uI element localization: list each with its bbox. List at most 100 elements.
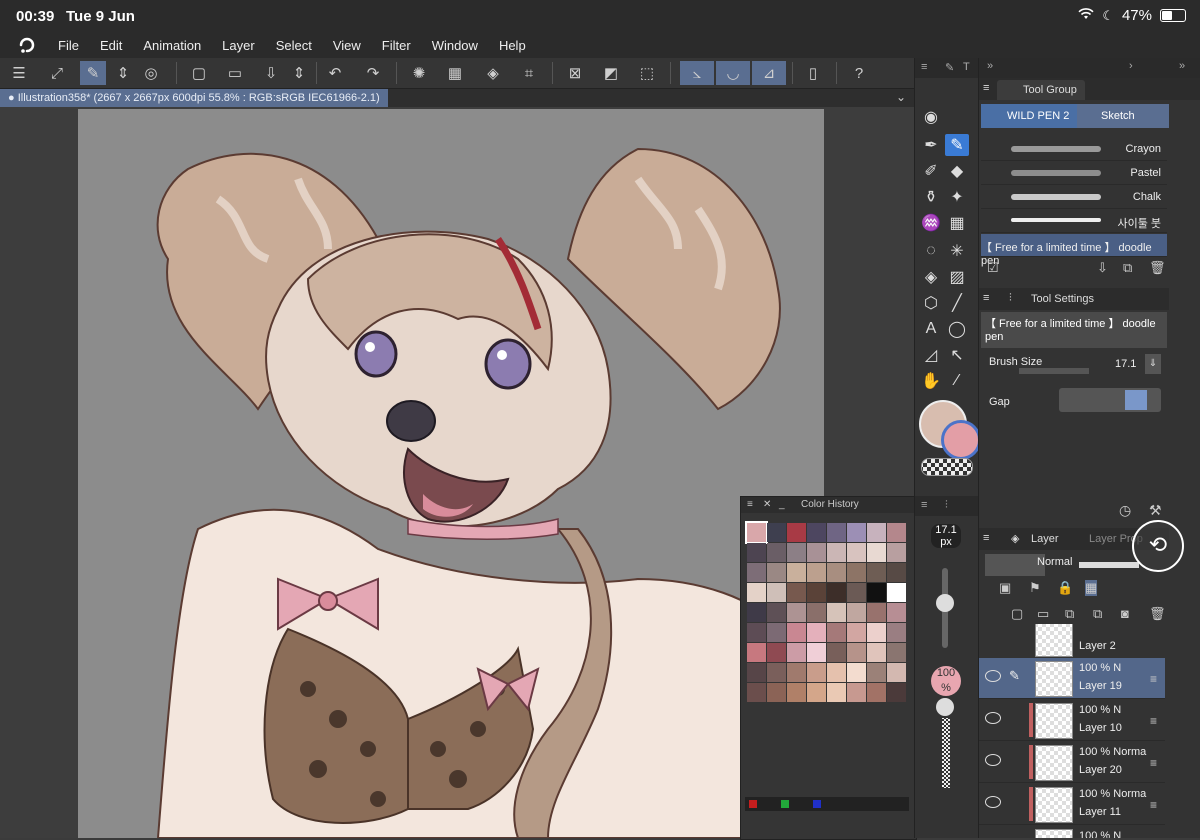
panel-menu-icon[interactable]: ≡ [921, 61, 927, 73]
color-swatch[interactable] [887, 583, 906, 602]
color-swatch[interactable] [747, 563, 766, 582]
panel-menu-icon[interactable]: ≡ [983, 532, 989, 544]
color-swatch[interactable] [847, 583, 866, 602]
color-swatch[interactable] [767, 583, 786, 602]
menu-animation[interactable]: Animation [143, 38, 201, 53]
chevron-down-icon[interactable]: ⌄ [896, 90, 906, 104]
color-swatch[interactable] [787, 603, 806, 622]
color-swatch[interactable] [827, 623, 846, 642]
chevron-right-icon[interactable]: › [1129, 60, 1133, 72]
color-swatch[interactable] [867, 683, 886, 702]
color-swatch[interactable] [787, 683, 806, 702]
panel-menu-icon[interactable]: ≡ [921, 499, 927, 511]
fill-icon[interactable]: ◈ [919, 266, 943, 288]
layer-menu-icon[interactable]: ≡ [1150, 756, 1157, 770]
color-swatch[interactable] [745, 521, 768, 544]
menu-select[interactable]: Select [276, 38, 312, 53]
menu-window[interactable]: Window [432, 38, 478, 53]
color-swatch[interactable] [807, 543, 826, 562]
layer-menu-icon[interactable]: ≡ [1150, 714, 1157, 728]
layer-menu-icon[interactable]: ≡ [1150, 798, 1157, 812]
eyedropper-icon[interactable]: ⁄ [945, 370, 969, 392]
pen-tab-icon[interactable]: ✎ [945, 61, 954, 74]
panel-menu-icon[interactable]: ≡ [983, 82, 989, 94]
hamburger-icon[interactable]: ☰ [6, 61, 32, 85]
color-swatch[interactable] [847, 603, 866, 622]
new-layer-icon[interactable]: ▢ [1011, 606, 1023, 622]
color-swatch[interactable] [867, 603, 886, 622]
color-swatch[interactable] [807, 523, 826, 542]
app-logo-icon[interactable] [18, 36, 36, 54]
line-snap-icon[interactable]: ⊿ [752, 61, 786, 85]
color-swatch[interactable] [827, 683, 846, 702]
loading-spinner-icon[interactable]: ✺ [406, 61, 432, 85]
3d-object-icon[interactable]: ⬡ [919, 292, 943, 314]
eyedropper-toggle-icon[interactable]: ✎ [80, 61, 106, 85]
menu-filter[interactable]: Filter [382, 38, 411, 53]
color-swatch[interactable] [867, 543, 886, 562]
selection-border-icon[interactable]: ⬚ [634, 61, 660, 85]
color-swatch[interactable] [867, 583, 886, 602]
color-swatch[interactable] [887, 683, 906, 702]
color-swatch[interactable] [787, 663, 806, 682]
sparkle-icon[interactable]: ✦ [945, 186, 969, 208]
color-swatch[interactable] [887, 603, 906, 622]
blend-mode-dropdown[interactable] [985, 554, 1045, 576]
color-swatch[interactable] [787, 623, 806, 642]
correction-icon[interactable]: ↖ [945, 344, 969, 366]
color-swatch[interactable] [827, 603, 846, 622]
transparent-color[interactable] [921, 458, 973, 476]
gradient-icon[interactable]: ▨ [945, 266, 969, 288]
color-swatch[interactable] [767, 683, 786, 702]
gap-selector[interactable] [1059, 388, 1161, 412]
color-swatch[interactable] [767, 603, 786, 622]
color-swatch[interactable] [807, 623, 826, 642]
color-swatch[interactable] [767, 643, 786, 662]
clear-selection-icon[interactable]: ⊠ [562, 61, 588, 85]
spiral-icon[interactable]: ◎ [138, 61, 164, 85]
color-swatch[interactable] [867, 563, 886, 582]
color-swatch[interactable] [827, 643, 846, 662]
color-swatch[interactable] [887, 523, 906, 542]
color-swatch[interactable] [827, 563, 846, 582]
help-icon[interactable]: ? [846, 61, 872, 85]
tab-text-label[interactable]: T [963, 61, 970, 73]
layer-row[interactable]: 100 % Norma Layer 11 ≡ [979, 784, 1165, 825]
eye-icon[interactable] [985, 670, 1001, 682]
subtool-sketch[interactable]: Sketch [1077, 104, 1169, 128]
redo-icon[interactable]: ↷ [360, 61, 386, 85]
layer-row[interactable]: Layer 2 [979, 624, 1165, 659]
pen-tool-icon[interactable]: ✒ [919, 134, 943, 156]
color-swatch[interactable] [887, 543, 906, 562]
color-swatch[interactable] [747, 663, 766, 682]
color-swatch[interactable] [787, 563, 806, 582]
layer-row[interactable]: 100 % Norma Layer 20 ≡ [979, 742, 1165, 783]
menu-layer[interactable]: Layer [222, 38, 255, 53]
line-tool-icon[interactable]: ╱ [945, 292, 969, 314]
size-slider-knob[interactable] [936, 594, 954, 612]
open-folder-icon[interactable]: ▭ [222, 61, 248, 85]
layer-row-selected[interactable]: ✎ 100 % N Layer 19 ≡ [979, 658, 1165, 699]
eye-icon[interactable] [985, 754, 1001, 766]
panel-menu-icon[interactable]: ≡ [747, 497, 753, 513]
color-swatch[interactable] [827, 523, 846, 542]
layer-panel-title[interactable]: Layer [1031, 533, 1059, 545]
color-swatch[interactable] [807, 583, 826, 602]
color-swatch[interactable] [747, 543, 766, 562]
layer-row[interactable]: 100 % N [979, 826, 1165, 838]
color-swatch[interactable] [887, 663, 906, 682]
color-swatch[interactable] [847, 663, 866, 682]
ruler-snap-icon[interactable]: ⦣ [680, 61, 714, 85]
close-icon[interactable]: ✕ [763, 497, 771, 513]
transform-icon[interactable]: ▦ [442, 61, 468, 85]
color-swatch[interactable] [747, 603, 766, 622]
save-options-arrows-icon[interactable]: ⇕ [286, 61, 312, 85]
clock-icon[interactable]: ◷ [1119, 502, 1131, 519]
color-swatch[interactable] [787, 523, 806, 542]
color-swatch[interactable] [807, 563, 826, 582]
invert-selection-icon[interactable]: ◩ [598, 61, 624, 85]
color-swatch[interactable] [847, 623, 866, 642]
color-swatch[interactable] [807, 643, 826, 662]
opacity-slider-track[interactable] [942, 718, 950, 788]
brush-item-chalk[interactable]: Chalk [981, 186, 1167, 209]
